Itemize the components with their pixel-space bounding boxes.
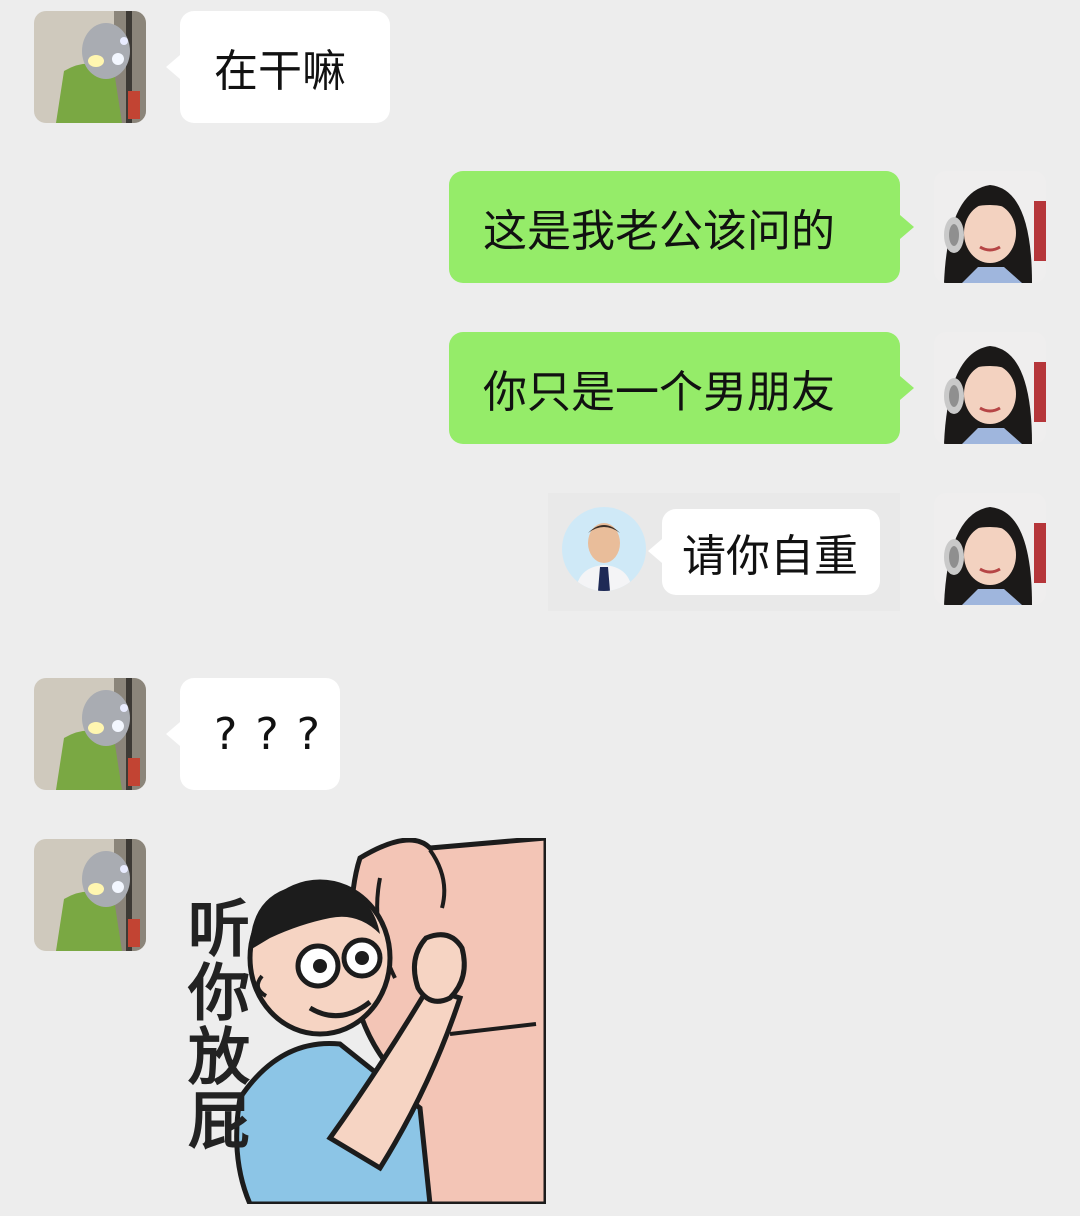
my-avatar[interactable] xyxy=(934,171,1046,283)
my-avatar[interactable] xyxy=(934,332,1046,444)
bubble-tail xyxy=(900,215,914,239)
bubble-tail xyxy=(166,722,180,746)
bubble-tail xyxy=(900,376,914,400)
message-text: 这是我老公该问的 xyxy=(483,206,835,257)
chat-area: 在干嘛 这是我老公该问的 你只是一个男朋友 请你自重 ? ? ? 听你放屁 xyxy=(0,0,1080,1216)
message-text: 在干嘛 xyxy=(214,46,346,97)
contact-avatar[interactable] xyxy=(34,678,146,790)
quote-bubble: 请你自重 xyxy=(648,509,880,595)
my-avatar[interactable] xyxy=(934,493,1046,605)
message-bubble[interactable]: ? ? ? xyxy=(166,678,340,790)
contact-avatar[interactable] xyxy=(34,839,146,951)
image-message[interactable]: 请你自重 xyxy=(548,493,900,611)
message-bubble[interactable]: 在干嘛 xyxy=(166,11,390,123)
quote-avatar xyxy=(562,507,646,591)
message-bubble[interactable]: 这是我老公该问的 xyxy=(449,171,914,283)
quote-text: 请你自重 xyxy=(682,531,858,582)
message-text: 你只是一个男朋友 xyxy=(483,367,835,418)
contact-avatar[interactable] xyxy=(34,11,146,123)
sticker-caption: 听你放屁 xyxy=(180,896,250,1152)
message-text: ? ? ? xyxy=(214,708,323,760)
sticker-message[interactable]: 听你放屁 xyxy=(180,838,546,1204)
bubble-tail xyxy=(166,55,180,79)
bubble-tail xyxy=(648,539,662,563)
message-bubble[interactable]: 你只是一个男朋友 xyxy=(449,332,914,444)
